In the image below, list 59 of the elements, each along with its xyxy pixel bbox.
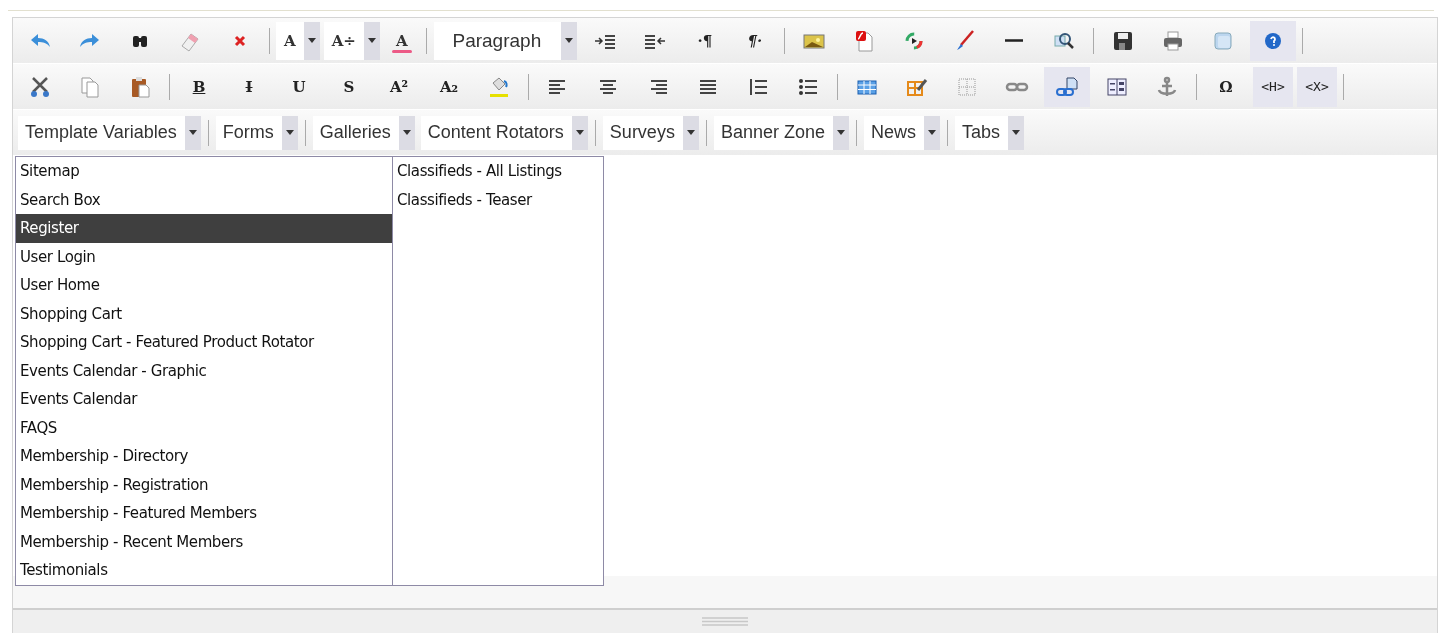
scissors-icon [28, 74, 52, 99]
format-button[interactable]: A₂ [426, 66, 472, 107]
copy-icon [78, 74, 102, 99]
tag-button[interactable]: <H> [1253, 66, 1293, 107]
caret-icon [307, 38, 316, 43]
chain-document-icon [1055, 74, 1079, 99]
list-item[interactable]: Membership - Directory [16, 442, 392, 471]
list-item[interactable]: Classifieds - All Listings [393, 157, 603, 186]
caret-icon [188, 130, 197, 135]
list-item[interactable]: Testimonials [16, 556, 392, 585]
horizontal-line-icon [1004, 39, 1023, 42]
list-item[interactable]: Shopping Cart [16, 299, 392, 328]
font-dropdown[interactable]: A [276, 21, 320, 60]
format-button[interactable]: ·¶ [681, 20, 728, 61]
caret-icon [285, 130, 294, 135]
caret-icon [575, 130, 584, 135]
format-button[interactable]: I [226, 66, 272, 107]
insertlink-button[interactable] [1044, 66, 1090, 107]
caret-icon [928, 130, 936, 135]
format-button[interactable]: B [176, 66, 222, 107]
format-button[interactable]: A² [376, 66, 422, 107]
dropdown[interactable]: Surveys [602, 115, 699, 150]
caret-icon [1012, 130, 1020, 135]
caret-icon [836, 130, 845, 135]
dropdown[interactable]: Banner Zone [713, 115, 849, 150]
format-button[interactable]: ¶· [731, 20, 778, 61]
list-item[interactable]: Register [16, 214, 392, 243]
list-item[interactable]: Search Box [16, 185, 392, 214]
dropdown[interactable]: Tabs [955, 115, 1024, 150]
dropdown[interactable]: Galleries [312, 115, 415, 150]
caret-icon [402, 130, 411, 135]
dropdown[interactable]: Forms [215, 115, 298, 150]
list-item[interactable]: Shopping Cart - Featured Product Rotator [16, 328, 392, 357]
list-item[interactable]: Events Calendar - Graphic [16, 356, 392, 385]
format-button[interactable]: S [326, 66, 372, 107]
format-button[interactable]: U [276, 66, 322, 107]
font-color-button[interactable]: A [381, 21, 422, 60]
list-item[interactable]: Sitemap [16, 157, 392, 186]
dropdown[interactable]: Content Rotators [420, 115, 588, 150]
list-item[interactable]: FAQS [16, 413, 392, 442]
list-item[interactable]: Events Calendar [16, 385, 392, 414]
resize-grip-icon[interactable] [702, 617, 748, 626]
anchor-icon [1155, 74, 1179, 99]
dropdown[interactable]: Paragraph [433, 21, 577, 60]
list-item[interactable]: Classifieds - Teaser [393, 185, 603, 214]
list-item[interactable]: Membership - Registration [16, 470, 392, 499]
dropdown[interactable]: Template Variables [18, 115, 201, 150]
list-item[interactable]: Membership - Featured Members [16, 499, 392, 528]
format-button[interactable]: Ω [1203, 66, 1249, 107]
caret-icon [686, 130, 695, 135]
caret-icon [367, 38, 376, 43]
list-item[interactable]: User Login [16, 242, 392, 271]
font-dropdown[interactable]: A÷ [323, 21, 380, 60]
list-item[interactable]: User Home [16, 271, 392, 300]
dropdown[interactable]: News [863, 115, 940, 150]
help-button[interactable] [1249, 20, 1296, 61]
caret-icon [564, 38, 573, 43]
list-item[interactable]: Membership - Recent Members [16, 527, 392, 556]
tag-button[interactable]: <X> [1297, 66, 1337, 107]
